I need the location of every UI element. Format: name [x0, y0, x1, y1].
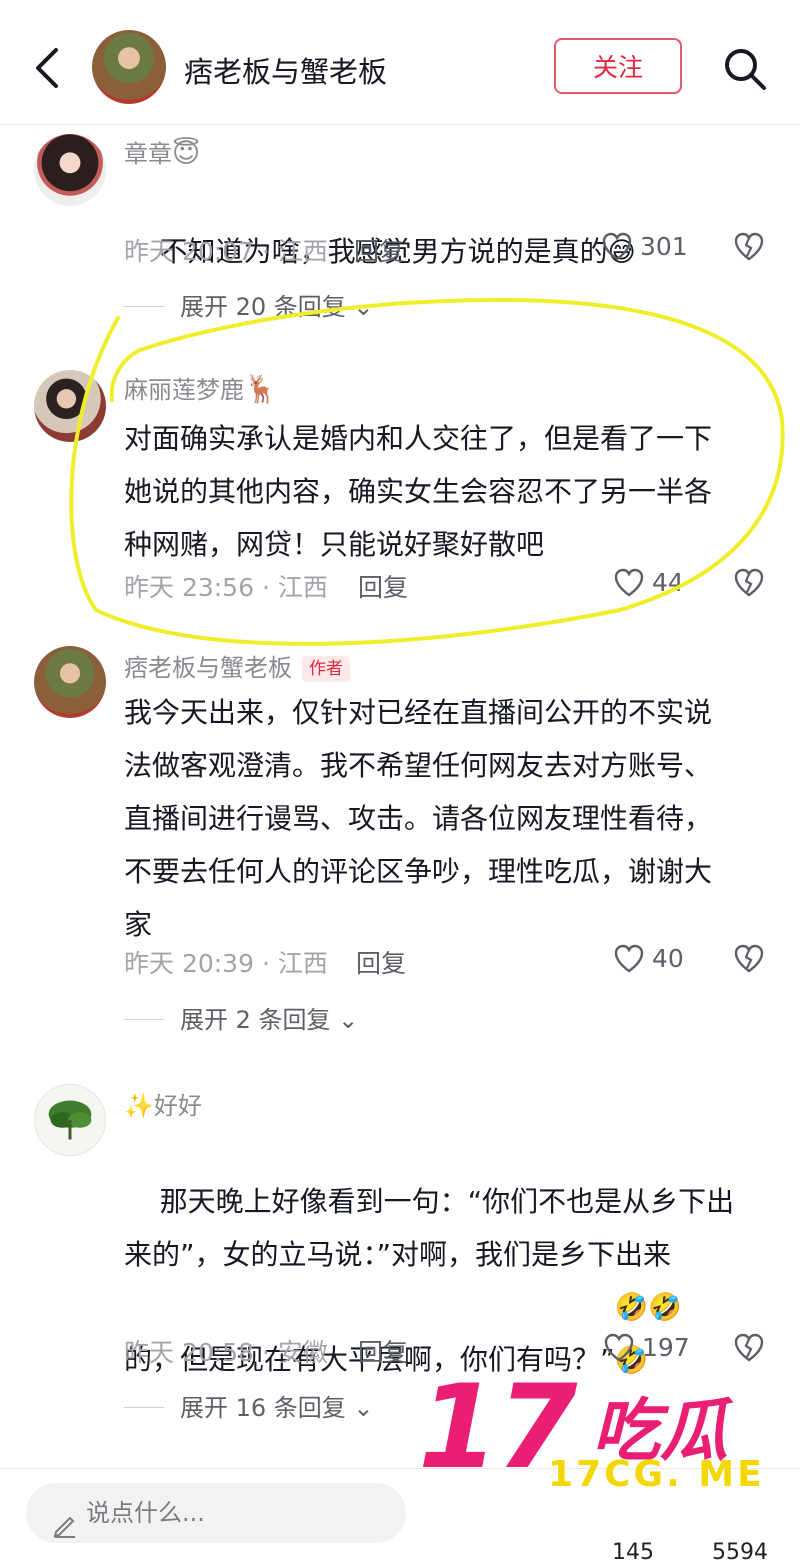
author-badge: 作者 [302, 656, 350, 682]
expand-divider [124, 1407, 164, 1408]
comment-meta: 昨天 23:56 · 江西 [124, 573, 328, 602]
comment-meta: 昨天 20:39 · 江西 [124, 949, 328, 978]
commenter-name[interactable]: 痞老板与蟹老板 作者 [124, 648, 350, 683]
dislike-icon[interactable] [734, 1333, 764, 1363]
comment-meta: 昨天 20:58 · 安徽 [124, 1338, 328, 1367]
reply-button[interactable]: 回复 [358, 1333, 408, 1369]
expand-replies[interactable]: 展开 20 条回复 ⌄ [124, 287, 374, 322]
heart-icon[interactable] [604, 1333, 634, 1363]
watermark-url: 17CG. ME [548, 1454, 765, 1495]
username-emoji: 😇 [172, 138, 201, 169]
leaf-icon [48, 1100, 92, 1140]
commenter-name-text: 章章 [124, 140, 172, 168]
reply-button[interactable]: 回复 [358, 568, 408, 604]
pen-icon [53, 1516, 75, 1538]
top-bar: 痞老板与蟹老板 关注 [0, 0, 800, 125]
expand-label: 展开 16 条回复 [180, 1394, 346, 1422]
expand-divider [124, 306, 164, 307]
comment-text: 我今天出来，仅针对已经在直播间公开的不实说 法做客观澄清。我不希望任何网友去对方… [124, 696, 713, 941]
search-icon[interactable] [722, 46, 768, 92]
commenter-name[interactable]: 章章😇 [124, 134, 200, 169]
follow-button[interactable]: 关注 [554, 38, 682, 94]
dislike-icon[interactable] [734, 944, 764, 974]
expand-label: 展开 2 条回复 [180, 1006, 331, 1034]
like-count: 40 [652, 944, 684, 973]
chevron-down-icon: ⌄ [345, 1394, 374, 1422]
dislike-icon[interactable] [734, 568, 764, 598]
reply-button[interactable]: 回复 [356, 944, 406, 980]
chevron-down-icon: ⌄ [330, 1006, 359, 1034]
back-arrow-icon[interactable] [30, 46, 66, 90]
like-count: 197 [642, 1333, 690, 1362]
bar-count-a: 145 [612, 1540, 654, 1565]
like-count: 301 [640, 232, 688, 261]
commenter-name[interactable]: 麻丽莲梦鹿🦌 [124, 370, 278, 405]
comment-meta: 昨天 20:07 · 江西 [124, 237, 328, 266]
comment-text: 对面确实承认是婚内和人交往了，但是看了一下 她说的其他内容，确实女生会容忍不了另… [124, 422, 713, 561]
commenter-avatar[interactable] [34, 1084, 106, 1156]
commenter-name-text: 麻丽莲梦鹿 [124, 376, 244, 404]
commenter-name-text: 痞老板与蟹老板 [124, 654, 292, 682]
dislike-icon[interactable] [734, 232, 764, 262]
commenter-name[interactable]: ✨好好 [124, 1086, 202, 1121]
heart-icon[interactable] [602, 232, 632, 262]
reply-button[interactable]: 回复 [354, 232, 404, 268]
chevron-down-icon: ⌄ [345, 293, 374, 321]
heart-icon[interactable] [614, 568, 644, 598]
heart-icon[interactable] [614, 944, 644, 974]
header-avatar[interactable] [92, 30, 166, 104]
comment-input[interactable]: 说点什么... [26, 1483, 406, 1543]
like-count: 44 [652, 568, 684, 597]
expand-replies[interactable]: 展开 16 条回复 ⌄ [124, 1388, 374, 1423]
username-emoji: 🦌 [244, 374, 278, 405]
bar-count-b: 5594 [712, 1540, 768, 1565]
commenter-avatar[interactable] [34, 134, 106, 206]
expand-label: 展开 20 条回复 [180, 293, 346, 321]
expand-replies[interactable]: 展开 2 条回复 ⌄ [124, 1000, 358, 1035]
expand-divider [124, 1019, 164, 1020]
page-title: 痞老板与蟹老板 [184, 55, 388, 89]
commenter-avatar[interactable] [34, 370, 106, 442]
commenter-avatar[interactable] [34, 646, 106, 718]
